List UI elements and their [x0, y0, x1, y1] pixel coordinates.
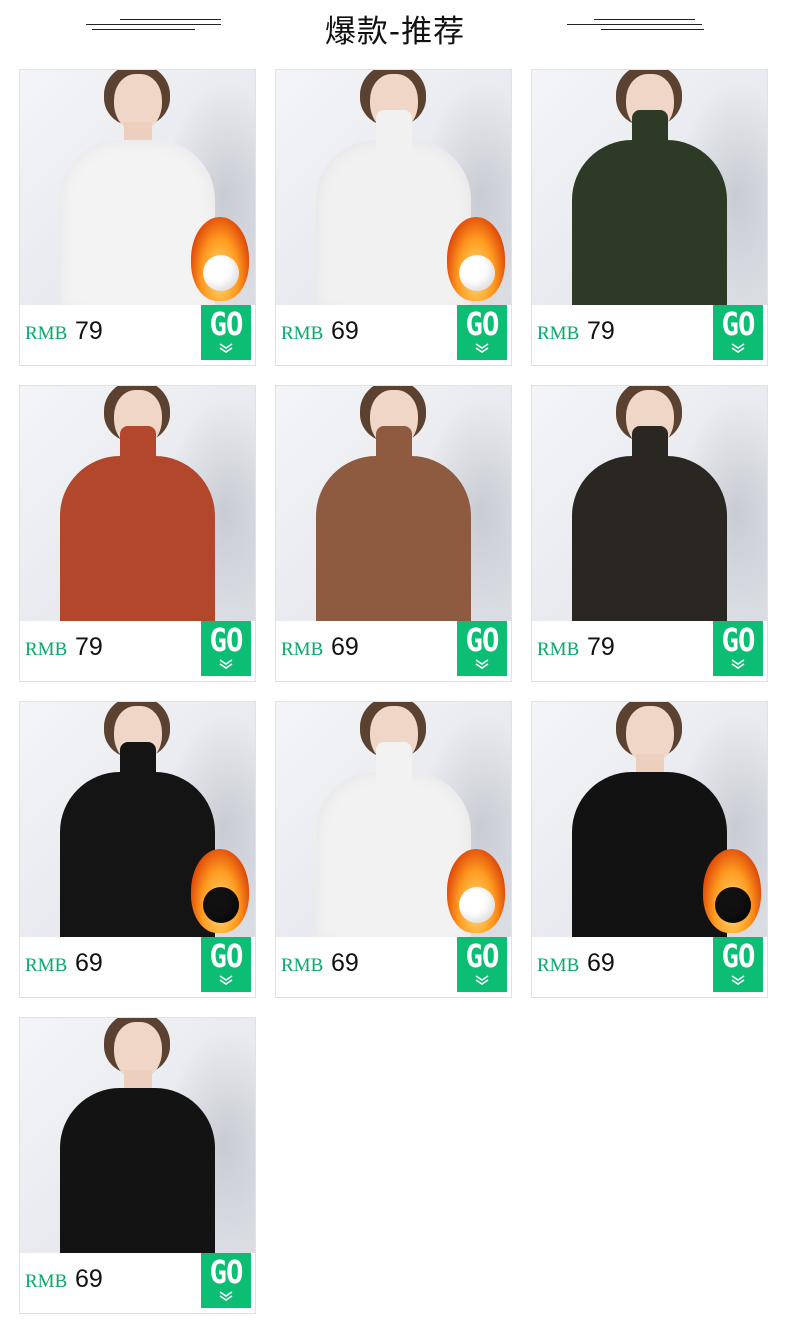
product-image[interactable] [532, 70, 767, 305]
product-card[interactable]: RMB 69 GO [19, 701, 256, 998]
product-image[interactable] [20, 70, 255, 305]
price-currency: RMB [537, 323, 580, 344]
go-label: GO [209, 621, 244, 659]
double-chevron-down-icon [201, 1291, 251, 1301]
go-label: GO [721, 305, 756, 343]
product-card[interactable]: RMB 69 GO [531, 701, 768, 998]
go-button[interactable]: GO [713, 305, 763, 360]
fleece-warmth-icon [191, 849, 249, 933]
go-button[interactable]: GO [201, 937, 251, 992]
price-currency: RMB [537, 639, 580, 660]
product-image[interactable] [532, 386, 767, 621]
product-image[interactable] [276, 70, 511, 305]
price-row: RMB 79 GO [20, 305, 255, 365]
go-button[interactable]: GO [713, 937, 763, 992]
price-currency: RMB [281, 955, 324, 976]
price-row: RMB 79 GO [20, 621, 255, 681]
go-label: GO [209, 1253, 244, 1291]
fleece-warmth-icon [703, 849, 761, 933]
double-chevron-down-icon [713, 659, 763, 669]
price-row: RMB 69 GO [276, 621, 511, 681]
product-card[interactable]: RMB 69 GO [275, 69, 512, 366]
fleece-warmth-icon [447, 849, 505, 933]
product-image[interactable] [20, 1018, 255, 1253]
go-button[interactable]: GO [201, 621, 251, 676]
price-value: 79 [587, 633, 615, 661]
price-row: RMB 79 GO [532, 305, 767, 365]
price-value: 79 [587, 317, 615, 345]
section-header: 爆款-推荐 [0, 0, 790, 56]
price-value: 69 [587, 949, 615, 977]
price-currency: RMB [281, 323, 324, 344]
product-image[interactable] [276, 386, 511, 621]
price-row: RMB 69 GO [20, 1253, 255, 1313]
product-image[interactable] [20, 702, 255, 937]
price-value: 69 [331, 949, 359, 977]
product-card[interactable]: RMB 79 GO [531, 385, 768, 682]
double-chevron-down-icon [713, 975, 763, 985]
double-chevron-down-icon [201, 975, 251, 985]
double-chevron-down-icon [201, 659, 251, 669]
go-button[interactable]: GO [457, 937, 507, 992]
price-currency: RMB [25, 639, 68, 660]
price-value: 69 [331, 317, 359, 345]
price-row: RMB 69 GO [532, 937, 767, 997]
go-button[interactable]: GO [713, 621, 763, 676]
go-label: GO [721, 621, 756, 659]
product-image[interactable] [276, 702, 511, 937]
price-value: 69 [75, 949, 103, 977]
price-currency: RMB [25, 323, 68, 344]
price-value: 69 [331, 633, 359, 661]
header-right-decoration [567, 16, 707, 36]
double-chevron-down-icon [457, 975, 507, 985]
double-chevron-down-icon [713, 343, 763, 353]
product-card[interactable]: RMB 69 GO [19, 1017, 256, 1314]
go-button[interactable]: GO [201, 305, 251, 360]
go-label: GO [465, 305, 500, 343]
price-currency: RMB [281, 639, 324, 660]
go-label: GO [465, 621, 500, 659]
price-currency: RMB [537, 955, 580, 976]
fleece-warmth-icon [191, 217, 249, 301]
price-value: 69 [75, 1265, 103, 1293]
go-label: GO [209, 937, 244, 975]
price-row: RMB 69 GO [20, 937, 255, 997]
go-button[interactable]: GO [457, 305, 507, 360]
go-label: GO [721, 937, 756, 975]
product-image[interactable] [20, 386, 255, 621]
go-label: GO [465, 937, 500, 975]
price-currency: RMB [25, 955, 68, 976]
product-card[interactable]: RMB 79 GO [531, 69, 768, 366]
price-row: RMB 79 GO [532, 621, 767, 681]
product-card[interactable]: RMB 69 GO [275, 701, 512, 998]
double-chevron-down-icon [457, 343, 507, 353]
product-card[interactable]: RMB 69 GO [275, 385, 512, 682]
price-row: RMB 69 GO [276, 305, 511, 365]
go-label: GO [209, 305, 244, 343]
go-button[interactable]: GO [457, 621, 507, 676]
double-chevron-down-icon [201, 343, 251, 353]
price-currency: RMB [25, 1271, 68, 1292]
price-value: 79 [75, 633, 103, 661]
product-card[interactable]: RMB 79 GO [19, 69, 256, 366]
go-button[interactable]: GO [201, 1253, 251, 1308]
price-row: RMB 69 GO [276, 937, 511, 997]
fleece-warmth-icon [447, 217, 505, 301]
double-chevron-down-icon [457, 659, 507, 669]
product-card[interactable]: RMB 79 GO [19, 385, 256, 682]
price-value: 79 [75, 317, 103, 345]
product-image[interactable] [532, 702, 767, 937]
